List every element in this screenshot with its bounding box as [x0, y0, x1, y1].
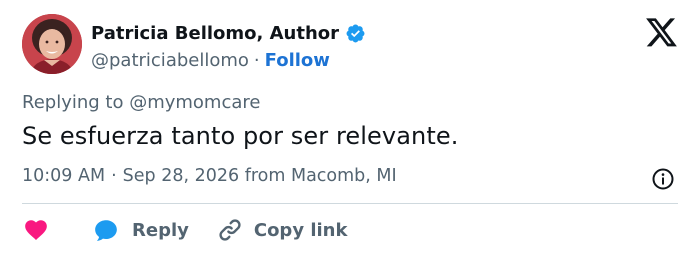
speech-bubble-icon — [95, 220, 117, 241]
replying-to-line: Replying to @mymomcare — [22, 92, 260, 113]
link-icon — [219, 219, 241, 241]
tweet-meta: 10:09 AM · Sep 28, 2026 from Macomb, MI — [22, 166, 397, 186]
follow-link[interactable]: Follow — [265, 50, 330, 71]
divider — [22, 203, 678, 204]
author-name[interactable]: Patricia Bellomo, Author — [91, 23, 339, 44]
author-handle[interactable]: @patriciabellomo — [91, 50, 249, 71]
tweet-text: Se esfuerza tanto por ser relevante. — [22, 122, 459, 150]
copy-link-label: Copy link — [253, 219, 348, 241]
handle-separator: · — [253, 49, 260, 71]
reply-mention-link[interactable]: @mymomcare — [129, 92, 260, 113]
tweet-date-location[interactable]: Sep 28, 2026 from Macomb, MI — [123, 166, 397, 186]
tweet-embed-card: Patricia Bellomo, Author @patriciabellom… — [0, 0, 700, 256]
reply-button[interactable]: Reply — [50, 217, 189, 243]
avatar[interactable] — [22, 14, 82, 74]
replying-prefix: Replying to — [22, 92, 130, 113]
like-button[interactable] — [22, 217, 50, 243]
x-logo-icon[interactable] — [646, 18, 678, 48]
verified-badge-icon — [346, 24, 365, 42]
info-icon[interactable] — [651, 167, 675, 191]
copy-link-button[interactable]: Copy link — [189, 217, 348, 243]
tweet-time[interactable]: 10:09 AM — [22, 166, 105, 186]
heart-icon — [25, 220, 47, 240]
reply-label: Reply — [132, 219, 189, 241]
author-name-row: Patricia Bellomo, Author — [91, 20, 366, 46]
action-bar: Reply Copy link — [22, 216, 347, 244]
author-handle-row: @patriciabellomo · Follow — [91, 47, 330, 73]
meta-separator: · — [111, 166, 117, 186]
